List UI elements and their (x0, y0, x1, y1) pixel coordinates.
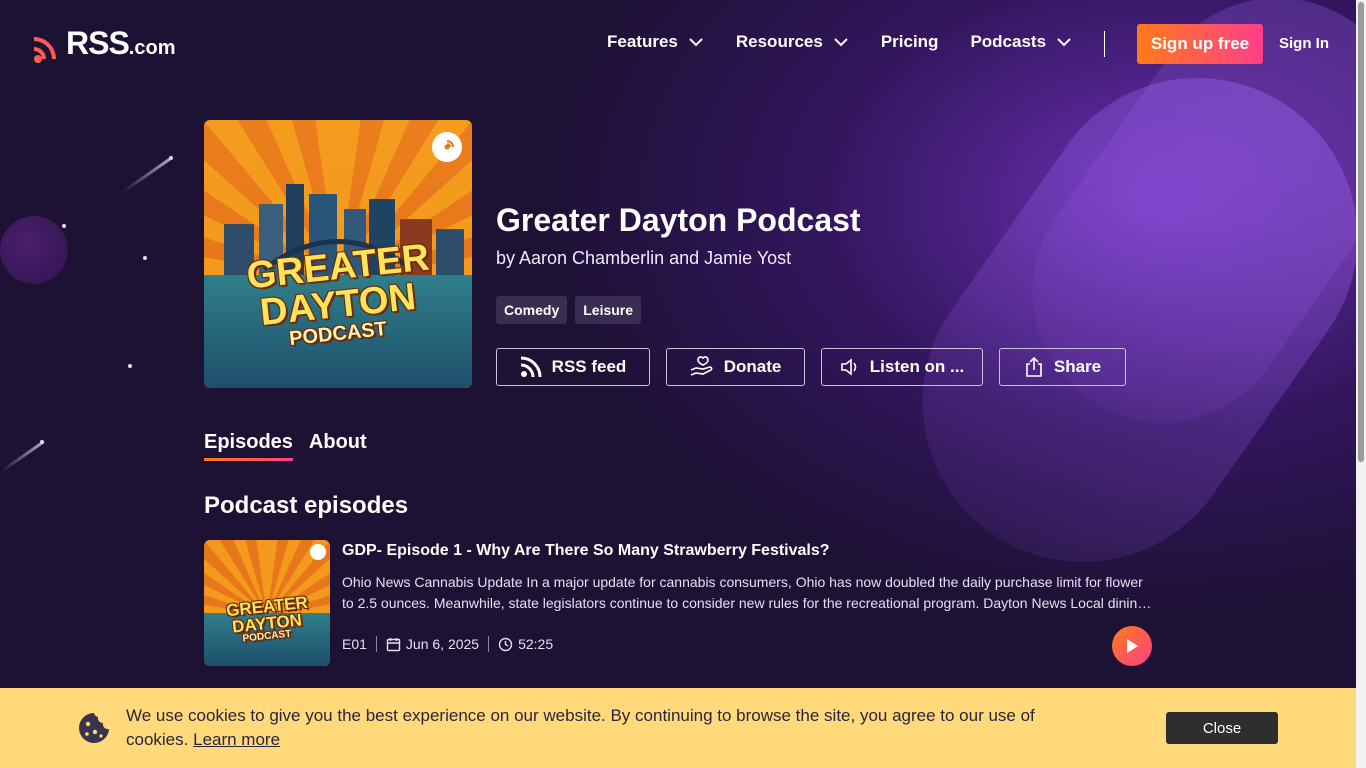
clock-icon (498, 637, 513, 651)
cover-illustration: GREATER DAYTON PODCAST (204, 120, 472, 388)
scrollbar-thumb[interactable] (1358, 2, 1364, 462)
podcast-author: by Aaron Chamberlin and Jamie Yost (496, 248, 792, 268)
decorative-star (62, 224, 66, 228)
decorative-planet (0, 216, 68, 284)
content-tabs: Episodes About (204, 431, 383, 461)
decorative-comet (0, 440, 45, 473)
podcast-title: Greater Dayton Podcast (496, 202, 861, 238)
speaker-icon (840, 358, 857, 376)
share-icon (1026, 356, 1042, 377)
podcast-icon (432, 132, 462, 162)
episode-item: GREATER DAYTON PODCAST GDP- Episode 1 - … (204, 540, 1152, 666)
episode-title[interactable]: GDP- Episode 1 - Why Are There So Many S… (342, 542, 830, 560)
podcast-actions: RSS feed Donate Listen on ... Share (496, 348, 1142, 386)
episode-thumbnail[interactable]: GREATER DAYTON PODCAST (204, 540, 330, 666)
calendar-icon (386, 637, 401, 651)
category-tags: Comedy Leisure (496, 296, 649, 324)
episode-meta: E01 Jun 6, 2025 52:25 (342, 636, 553, 652)
decorative-star (143, 256, 147, 260)
cookie-message: We use cookies to give you the best expe… (126, 706, 1035, 749)
chevron-down-icon (689, 38, 703, 47)
cookie-close-button[interactable]: Close (1166, 712, 1278, 744)
episodes-section-title: Podcast episodes (204, 492, 409, 519)
podcast-cover-art: GREATER DAYTON PODCAST (204, 120, 472, 388)
episode-date: Jun 6, 2025 (386, 636, 479, 652)
nav-divider (1104, 31, 1105, 57)
tag-leisure[interactable]: Leisure (575, 296, 642, 324)
sign-up-button[interactable]: Sign up free (1137, 24, 1263, 64)
tag-comedy[interactable]: Comedy (496, 296, 568, 324)
nav-features[interactable]: Features (607, 32, 704, 52)
episode-number: E01 (342, 636, 367, 652)
cookie-icon (78, 712, 110, 748)
tab-about[interactable]: About (309, 431, 367, 461)
chevron-down-icon (834, 38, 848, 47)
listen-on-button[interactable]: Listen on ... (821, 348, 983, 386)
main-nav: Features Resources Pricing Podcasts (607, 32, 1104, 52)
episode-description: Ohio News Cannabis Update In a major upd… (342, 574, 1146, 611)
donate-hand-icon (690, 356, 713, 376)
tab-episodes[interactable]: Episodes (204, 431, 293, 461)
rss-icon (520, 356, 542, 378)
nav-resources[interactable]: Resources (736, 32, 849, 52)
podcast-icon (310, 544, 326, 560)
episode-duration: 52:25 (498, 636, 553, 652)
sign-in-link[interactable]: Sign In (1279, 35, 1329, 52)
decorative-comet (121, 156, 173, 194)
nav-podcasts[interactable]: Podcasts (970, 32, 1072, 52)
decorative-star (128, 364, 132, 368)
play-button[interactable] (1112, 626, 1152, 666)
rss-feed-button[interactable]: RSS feed (496, 348, 650, 386)
donate-button[interactable]: Donate (666, 348, 805, 386)
site-header: RSS.com Features Resources Pricing Podca… (0, 0, 1356, 88)
chevron-down-icon (1057, 38, 1071, 47)
learn-more-link[interactable]: Learn more (193, 730, 280, 749)
share-button[interactable]: Share (999, 348, 1126, 386)
play-icon (1127, 639, 1138, 653)
page-scrollbar[interactable] (1356, 0, 1366, 768)
logo-wordmark: RSS.com (66, 25, 176, 61)
nav-pricing[interactable]: Pricing (881, 32, 939, 52)
rss-logo[interactable]: RSS.com (34, 25, 176, 63)
rss-logo-icon (34, 33, 62, 63)
